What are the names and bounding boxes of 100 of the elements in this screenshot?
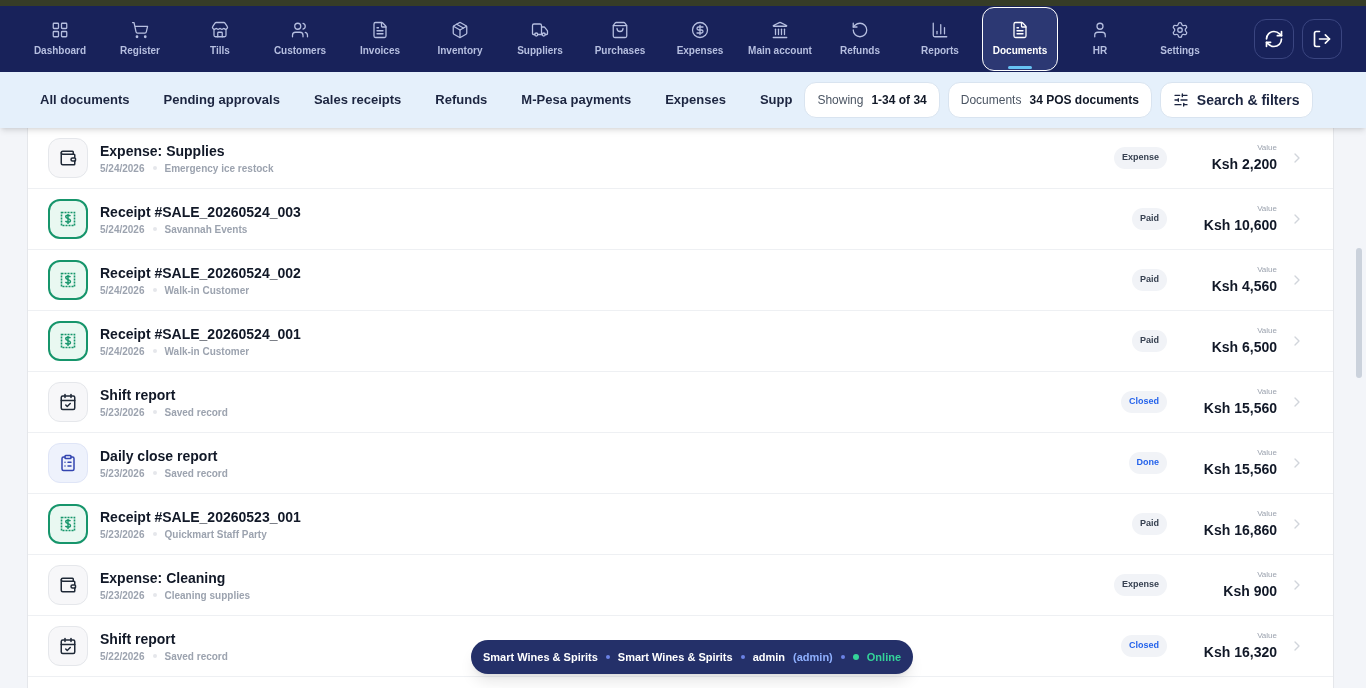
document-date: 5/23/2026: [100, 588, 145, 603]
value-label: Value: [1257, 324, 1277, 337]
document-row[interactable]: Shift report 5/23/2026 Saved record Closed Value Ksh 15,560: [28, 372, 1333, 433]
nav-item[interactable]: Reports: [902, 7, 978, 71]
filter-tab[interactable]: All documents: [40, 90, 130, 110]
logout-button[interactable]: [1302, 19, 1342, 59]
status-badge: Closed: [1121, 391, 1167, 413]
value-label: Value: [1257, 446, 1277, 459]
nav-item[interactable]: Invoices: [342, 7, 418, 71]
calendar-check-icon: [48, 382, 88, 422]
nav-item[interactable]: Settings: [1142, 7, 1218, 71]
document-value: Ksh 10,600: [1203, 215, 1277, 235]
nav-item[interactable]: Expenses: [662, 7, 738, 71]
document-note: Walk-in Customer: [164, 283, 250, 298]
document-note: Saved record: [164, 466, 228, 481]
document-title: Daily close report: [100, 446, 219, 466]
sliders-icon: [1172, 92, 1189, 108]
showing-chip: Showing 1-34 of 34: [804, 82, 940, 118]
grid-icon: [51, 20, 69, 39]
value-label: Value: [1257, 507, 1277, 520]
nav-item[interactable]: Refunds: [822, 7, 898, 71]
bank-icon: [771, 20, 789, 39]
document-note: Quickmart Staff Party: [164, 527, 267, 542]
refresh-button[interactable]: [1254, 19, 1294, 59]
status-badge: Done: [1128, 452, 1167, 474]
document-value: Ksh 2,200: [1211, 154, 1277, 174]
nav-item[interactable]: Documents: [982, 7, 1058, 71]
refresh-icon: [1264, 29, 1284, 49]
truck-icon: [531, 20, 549, 39]
dollar-receipt-icon: [48, 199, 88, 239]
document-title: Receipt #SALE_20260524_001: [100, 324, 301, 344]
active-indicator: [1008, 66, 1032, 69]
document-value: Ksh 6,500: [1211, 337, 1277, 357]
status-badge: Paid: [1132, 330, 1167, 352]
cart-icon: [131, 20, 149, 39]
nav-item[interactable]: Dashboard: [22, 7, 98, 71]
value-label: Value: [1257, 141, 1277, 154]
nav-item[interactable]: Register: [102, 7, 178, 71]
search-filters-button[interactable]: Search & filters: [1159, 82, 1313, 118]
user-icon: [1091, 20, 1109, 39]
document-row[interactable]: Receipt #SALE_20260524_001 5/24/2026 Walk-in Customer Paid Value Ksh 6,500: [28, 311, 1333, 372]
store-name: Smart Wines & Spirits: [483, 649, 598, 665]
document-row[interactable]: Receipt #SALE_20260524_002 5/24/2026 Walk-in Customer Paid Value Ksh 4,560: [28, 250, 1333, 311]
document-row[interactable]: Receipt #SALE_20260524_003 5/24/2026 Savannah Events Paid Value Ksh 10,600: [28, 189, 1333, 250]
dollar-receipt-icon: [48, 260, 88, 300]
filter-tab[interactable]: Pending approvals: [163, 90, 280, 110]
document-icon: [1011, 20, 1029, 39]
status-badge: Paid: [1132, 208, 1167, 230]
nav-item[interactable]: Main account: [742, 7, 818, 71]
logout-icon: [1312, 29, 1332, 49]
nav-item[interactable]: HR: [1062, 7, 1138, 71]
documents-chip: Documents 34 POS documents: [947, 82, 1152, 118]
store-icon: [211, 20, 229, 39]
user-role: (admin): [793, 649, 833, 665]
document-row[interactable]: Expense: Cleaning 5/23/2026 Cleaning supplies Expense Value Ksh 900: [28, 555, 1333, 616]
bar-chart-icon: [931, 20, 949, 39]
filter-tab[interactable]: Supp: [759, 90, 793, 110]
nav-item[interactable]: Suppliers: [502, 7, 578, 71]
document-title: Receipt #SALE_20260524_002: [100, 263, 301, 283]
document-date: 5/24/2026: [100, 344, 145, 359]
document-date: 5/22/2026: [100, 649, 145, 664]
status-badge: Expense: [1113, 147, 1167, 169]
settings-icon: [1171, 20, 1189, 39]
document-note: Emergency ice restock: [164, 161, 274, 176]
value-label: Value: [1257, 263, 1277, 276]
document-title: Expense: Cleaning: [100, 568, 227, 588]
document-row[interactable]: Daily close report 5/23/2026 Saved record Done Value Ksh 15,560: [28, 433, 1333, 494]
document-title: Shift report: [100, 385, 177, 405]
wallet-icon: [48, 138, 88, 178]
document-value: Ksh 15,560: [1203, 459, 1277, 479]
filter-tab[interactable]: Expenses: [665, 90, 726, 110]
nav-item[interactable]: Customers: [262, 7, 338, 71]
branch-name: Smart Wines & Spirits: [617, 649, 733, 665]
document-date: 5/24/2026: [100, 161, 145, 176]
document-note: Walk-in Customer: [164, 344, 250, 359]
document-value: Ksh 16,860: [1203, 520, 1277, 540]
nav-item[interactable]: Tills: [182, 7, 258, 71]
nav-item[interactable]: Inventory: [422, 7, 498, 71]
status-badge: Expense: [1113, 574, 1167, 596]
filter-tab[interactable]: Sales receipts: [313, 90, 402, 110]
document-value: Ksh 16,320: [1203, 642, 1277, 662]
dollar-icon: [691, 20, 709, 39]
box-icon: [451, 20, 469, 39]
document-row[interactable]: Expense: Supplies 5/24/2026 Emergency ice restock Expense Value Ksh 2,200: [28, 128, 1333, 189]
bag-icon: [611, 20, 629, 39]
calendar-check-icon: [48, 626, 88, 666]
filter-tab[interactable]: M-Pesa payments: [521, 90, 632, 110]
document-title: Shift report: [100, 629, 177, 649]
document-row[interactable]: Receipt #SALE_20260523_001 5/23/2026 Quickmart Staff Party Paid Value Ksh 16,860: [28, 494, 1333, 555]
dollar-receipt-icon: [48, 321, 88, 361]
document-value: Ksh 15,560: [1203, 398, 1277, 418]
document-value: Ksh 4,560: [1211, 276, 1277, 296]
document-title: Receipt #SALE_20260524_003: [100, 202, 301, 222]
status-badge: Closed: [1121, 635, 1167, 657]
document-note: Saved record: [164, 405, 228, 420]
filter-tab[interactable]: Refunds: [435, 90, 488, 110]
users-icon: [291, 20, 309, 39]
document-icon: [371, 20, 389, 39]
nav-item[interactable]: Purchases: [582, 7, 658, 71]
undo-icon: [851, 20, 869, 39]
